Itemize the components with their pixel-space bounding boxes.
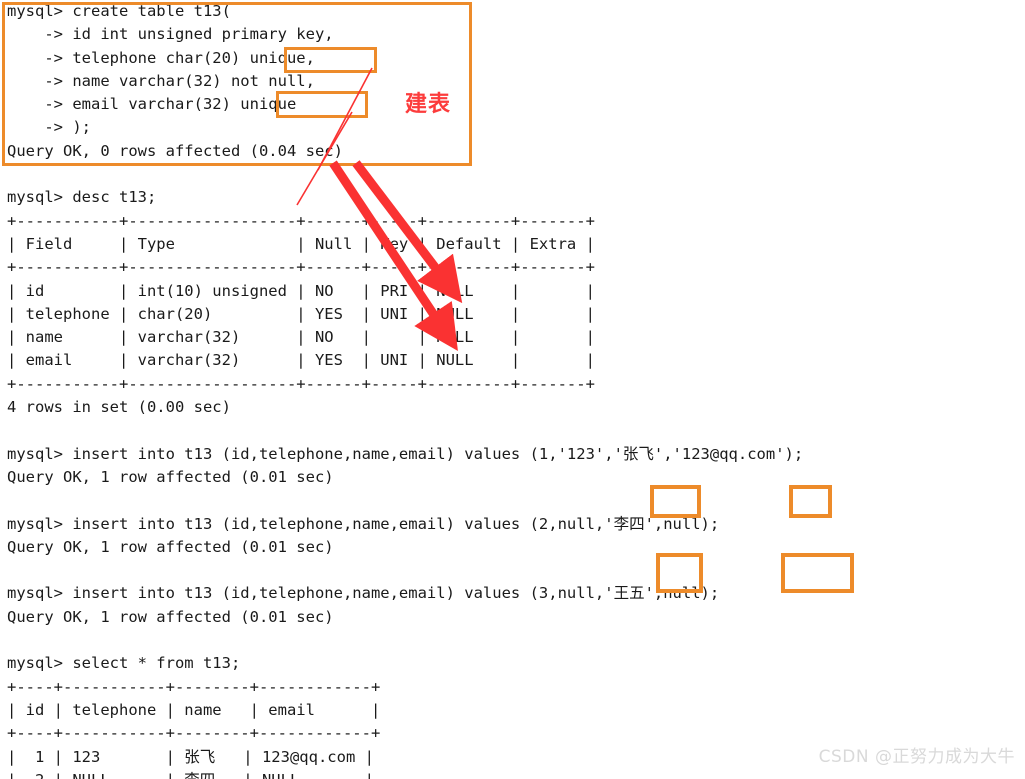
terminal-line: | id | telephone | name | email | <box>7 700 381 719</box>
terminal-line: +-----------+------------------+------+-… <box>7 258 595 277</box>
terminal-line: -> name varchar(32) not null, <box>7 71 315 90</box>
terminal-line: mysql> insert into t13 (id,telephone,nam… <box>7 584 720 603</box>
terminal-line: | email | varchar(32) | YES | UNI | NULL… <box>7 351 595 370</box>
terminal-line: 4 rows in set (0.00 sec) <box>7 398 231 417</box>
terminal-line: | telephone | char(20) | YES | UNI | NUL… <box>7 304 595 323</box>
terminal-line: +----+-----------+--------+------------+ <box>7 724 381 743</box>
mysql-terminal-output: mysql> create table t13( -> id int unsig… <box>0 0 1025 779</box>
terminal-line: | Field | Type | Null | Key | Default | … <box>7 234 595 253</box>
terminal-line: | name | varchar(32) | NO | | NULL | | <box>7 328 595 347</box>
terminal-line: mysql> insert into t13 (id,telephone,nam… <box>7 444 804 463</box>
terminal-line: -> ); <box>7 118 91 137</box>
terminal-line: Query OK, 1 row affected (0.01 sec) <box>7 537 334 556</box>
terminal-line: +-----------+------------------+------+-… <box>7 374 595 393</box>
terminal-line: +-----------+------------------+------+-… <box>7 211 595 230</box>
terminal-line: -> telephone char(20) unique, <box>7 48 315 67</box>
terminal-line: +----+-----------+--------+------------+ <box>7 677 381 696</box>
terminal-line: -> email varchar(32) unique <box>7 95 297 114</box>
terminal-line: Query OK, 1 row affected (0.01 sec) <box>7 607 334 626</box>
terminal-line: mysql> insert into t13 (id,telephone,nam… <box>7 514 720 533</box>
terminal-line: | 2 | NULL | 李四 | NULL | <box>0 769 1025 779</box>
terminal-line: mysql> desc t13; <box>7 188 157 207</box>
terminal-line: Query OK, 0 rows affected (0.04 sec) <box>7 141 343 160</box>
terminal-screenshot: mysql> create table t13( -> id int unsig… <box>0 0 1025 779</box>
terminal-line: | id | int(10) unsigned | NO | PRI | NUL… <box>7 281 595 300</box>
terminal-line: mysql> select * from t13; <box>7 654 241 673</box>
terminal-line: -> id int unsigned primary key, <box>7 25 334 44</box>
terminal-line: | 1 | 123 | 张飞 | 123@qq.com | <box>7 747 374 766</box>
terminal-line: mysql> create table t13( <box>7 2 231 20</box>
terminal-line: Query OK, 1 row affected (0.01 sec) <box>7 467 334 486</box>
